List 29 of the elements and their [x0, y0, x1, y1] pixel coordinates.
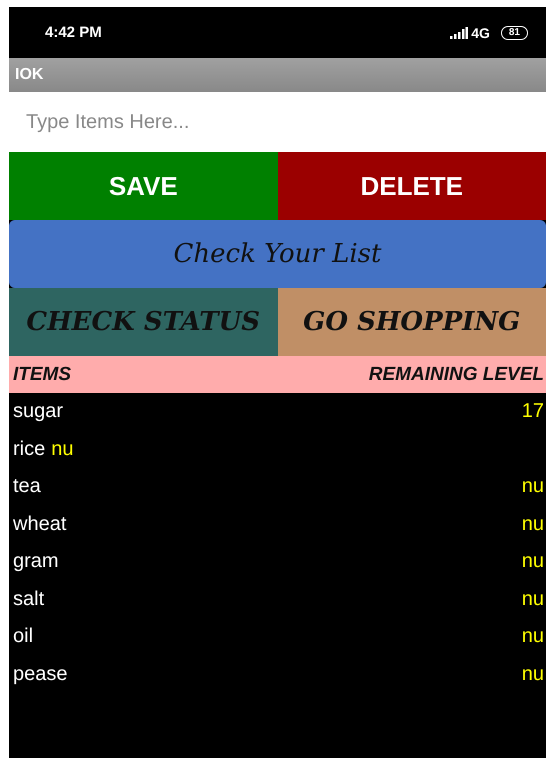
remaining-level: nu [522, 588, 544, 611]
column-header: ITEMS [13, 364, 72, 386]
battery-indicator: 81 [500, 26, 528, 40]
item-name: gram [13, 550, 59, 574]
remaining-level: 17 [522, 400, 544, 424]
item-input-field[interactable]: Type Items Here... [9, 92, 546, 152]
item-name: pease [13, 662, 68, 686]
signal-icon [450, 26, 468, 38]
action-button[interactable]: SAVE [9, 152, 278, 220]
remaining-level: nu [522, 625, 544, 648]
check-list-button[interactable]: Check Your List [9, 220, 546, 288]
item-name: oil [13, 625, 34, 648]
remaining-level: nu [522, 662, 544, 686]
network-type: 4G [471, 24, 490, 40]
action-button[interactable]: DELETE [278, 152, 546, 220]
remaining-level: nu [522, 512, 544, 536]
item-name: wheat [13, 512, 66, 536]
item-note: nu [51, 438, 74, 461]
item-name: sugar [13, 400, 64, 424]
action-button[interactable]: GO SHOPPING [278, 288, 546, 356]
column-header: REMAINING LEVEL [368, 364, 544, 386]
remaining-level: nu [522, 550, 544, 574]
remaining-level: nu [522, 475, 544, 498]
action-button[interactable]: CHECK STATUS [9, 288, 278, 356]
item-name: salt [13, 588, 44, 611]
app-title: IOK [15, 66, 44, 84]
status-time: 4:42 PM [45, 24, 102, 41]
item-name: tea [13, 475, 41, 498]
item-name: rice [13, 438, 46, 461]
